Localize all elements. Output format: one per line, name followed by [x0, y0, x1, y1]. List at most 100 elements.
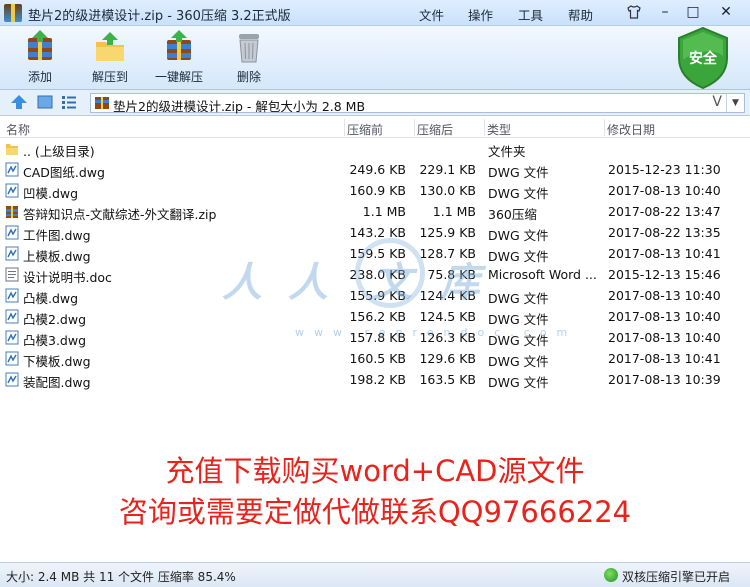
skin-shirt-icon[interactable] [626, 4, 642, 20]
dwg-file-icon [5, 246, 19, 261]
file-modified-date: 2015-12-13 15:46 [608, 267, 721, 282]
menu-operation[interactable]: 操作 [468, 5, 493, 24]
add-archive-icon [23, 30, 57, 64]
extract-to-button[interactable]: 解压到 [88, 30, 132, 85]
file-type: 360压缩 [488, 207, 537, 222]
file-name: CAD图纸.dwg [23, 165, 105, 180]
file-name: 凸模2.dwg [23, 312, 87, 327]
list-view-icon[interactable] [60, 94, 78, 110]
file-size: 143.2 KB [349, 225, 406, 240]
file-type: DWG 文件 [488, 228, 549, 243]
column-name[interactable]: 名称 [6, 121, 30, 138]
file-modified-date: 2017-08-22 13:47 [608, 204, 721, 219]
one-click-extract-button[interactable]: 一键解压 [153, 30, 205, 85]
file-name: 凸模3.dwg [23, 333, 87, 348]
file-name: 凸模.dwg [23, 291, 79, 306]
dwg-file-icon [5, 372, 19, 387]
file-row[interactable]: 下模板.dwg 160.5 KB 129.6 KB DWG 文件 2017-08-13 … [0, 348, 750, 369]
dual-core-engine-icon [604, 568, 618, 582]
file-packed-size: 1.1 MB [432, 204, 476, 219]
dwg-file-icon [5, 309, 19, 324]
file-size: 160.9 KB [349, 183, 406, 198]
menu-file[interactable]: 文件 [419, 5, 444, 24]
file-type: DWG 文件 [488, 165, 549, 180]
title-bar: 垫片2的级进模设计.zip - 360压缩 3.2正式版 文件 操作 工具 帮助… [0, 0, 750, 26]
close-icon[interactable]: ✕ [716, 3, 736, 21]
dwg-file-icon [5, 162, 19, 177]
file-name: .. (上级目录) [23, 144, 95, 159]
file-modified-date: 2017-08-13 10:39 [608, 372, 721, 387]
file-modified-date: 2017-08-13 10:40 [608, 309, 721, 324]
file-modified-date: 2017-08-22 13:35 [608, 225, 721, 240]
file-modified-date: 2017-08-13 10:40 [608, 183, 721, 198]
chevron-down-icon[interactable]: ▼ [726, 94, 744, 112]
file-size: 198.2 KB [349, 372, 406, 387]
trash-can-icon [232, 30, 266, 64]
file-row[interactable]: 装配图.dwg 198.2 KB 163.5 KB DWG 文件 2017-08-13 … [0, 369, 750, 390]
file-modified-date: 2017-08-13 10:40 [608, 288, 721, 303]
one-click-extract-icon [162, 30, 196, 64]
column-type[interactable]: 类型 [487, 121, 511, 138]
add-button[interactable]: 添加 [20, 30, 60, 85]
file-row[interactable]: 答辩知识点-文献综述-外文翻译.zip 1.1 MB 1.1 MB 360压缩 2017… [0, 201, 750, 222]
file-packed-size: 124.5 KB [419, 309, 476, 324]
column-modified[interactable]: 修改日期 [607, 121, 655, 138]
file-packed-size: 229.1 KB [419, 162, 476, 177]
file-row[interactable]: .. (上级目录) 文件夹 [0, 138, 750, 159]
doc-file-icon [5, 267, 19, 282]
file-row[interactable]: 凹模.dwg 160.9 KB 130.0 KB DWG 文件 2017-08-13 1… [0, 180, 750, 201]
watermark-url: www.renrendoc.com [295, 326, 578, 339]
file-row[interactable]: 工件图.dwg 143.2 KB 125.9 KB DWG 文件 2017-08-22 … [0, 222, 750, 243]
security-badge-label: 安全 [689, 51, 717, 67]
folder-icon [5, 141, 19, 156]
file-name: 装配图.dwg [23, 375, 91, 390]
column-packed[interactable]: 压缩后 [417, 121, 453, 138]
file-type: DWG 文件 [488, 354, 549, 369]
dwg-file-icon [5, 288, 19, 303]
up-arrow-icon[interactable] [10, 94, 28, 110]
menu-help[interactable]: 帮助 [568, 5, 593, 24]
file-type: DWG 文件 [488, 249, 549, 264]
file-packed-size: 130.0 KB [419, 183, 476, 198]
delete-button[interactable]: 删除 [232, 30, 266, 85]
address-bar: 垫片2的级进模设计.zip - 解包大小为 2.8 MB V ▼ [0, 90, 750, 116]
extract-folder-icon [93, 30, 127, 64]
zip-archive-icon [5, 204, 19, 219]
app-icon [4, 4, 22, 22]
file-packed-size: 125.9 KB [419, 225, 476, 240]
file-size: 156.2 KB [349, 309, 406, 324]
file-row[interactable]: CAD图纸.dwg 249.6 KB 229.1 KB DWG 文件 2015-12-2… [0, 159, 750, 180]
file-size: 249.6 KB [349, 162, 406, 177]
archive-small-icon [95, 97, 109, 109]
maximize-icon[interactable]: □ [683, 3, 703, 21]
promo-line-1: 充值下载购买word+CAD源文件 [165, 454, 585, 488]
file-name: 下模板.dwg [23, 354, 91, 369]
menu-tools[interactable]: 工具 [518, 5, 543, 24]
file-row[interactable]: 凸模2.dwg 156.2 KB 124.5 KB DWG 文件 2017-08-13 … [0, 306, 750, 327]
security-shield-icon[interactable]: 安全 [676, 26, 730, 90]
watermark-char: 文 [372, 260, 412, 306]
file-type: DWG 文件 [488, 186, 549, 201]
dwg-file-icon [5, 330, 19, 345]
promo-line-2: 咨询或需要定做代做联系QQ97666224 [118, 495, 632, 529]
file-name: 工件图.dwg [23, 228, 91, 243]
watermark-char: 人 [288, 260, 328, 306]
file-modified-date: 2015-12-23 11:30 [608, 162, 721, 177]
minimize-icon[interactable]: – [655, 3, 675, 21]
file-modified-date: 2017-08-13 10:41 [608, 351, 721, 366]
file-modified-date: 2017-08-13 10:40 [608, 330, 721, 345]
thumbnail-view-icon[interactable] [36, 94, 54, 110]
file-name: 答辩知识点-文献综述-外文翻译.zip [23, 207, 217, 222]
column-size[interactable]: 压缩前 [347, 121, 383, 138]
file-type: 文件夹 [488, 144, 526, 159]
file-size: 160.5 KB [349, 351, 406, 366]
status-engine[interactable]: 双核压缩引擎已开启 [622, 568, 730, 585]
file-type: DWG 文件 [488, 291, 549, 306]
address-path: 垫片2的级进模设计.zip - 解包大小为 2.8 MB [113, 99, 366, 114]
watermark-char: 库 [440, 260, 480, 306]
file-type: DWG 文件 [488, 375, 549, 390]
toolbar: 添加 解压到 一键解压 删除 [0, 26, 750, 90]
address-input[interactable]: 垫片2的级进模设计.zip - 解包大小为 2.8 MB V ▼ [90, 93, 745, 114]
file-modified-date: 2017-08-13 10:41 [608, 246, 721, 261]
dwg-file-icon [5, 183, 19, 198]
